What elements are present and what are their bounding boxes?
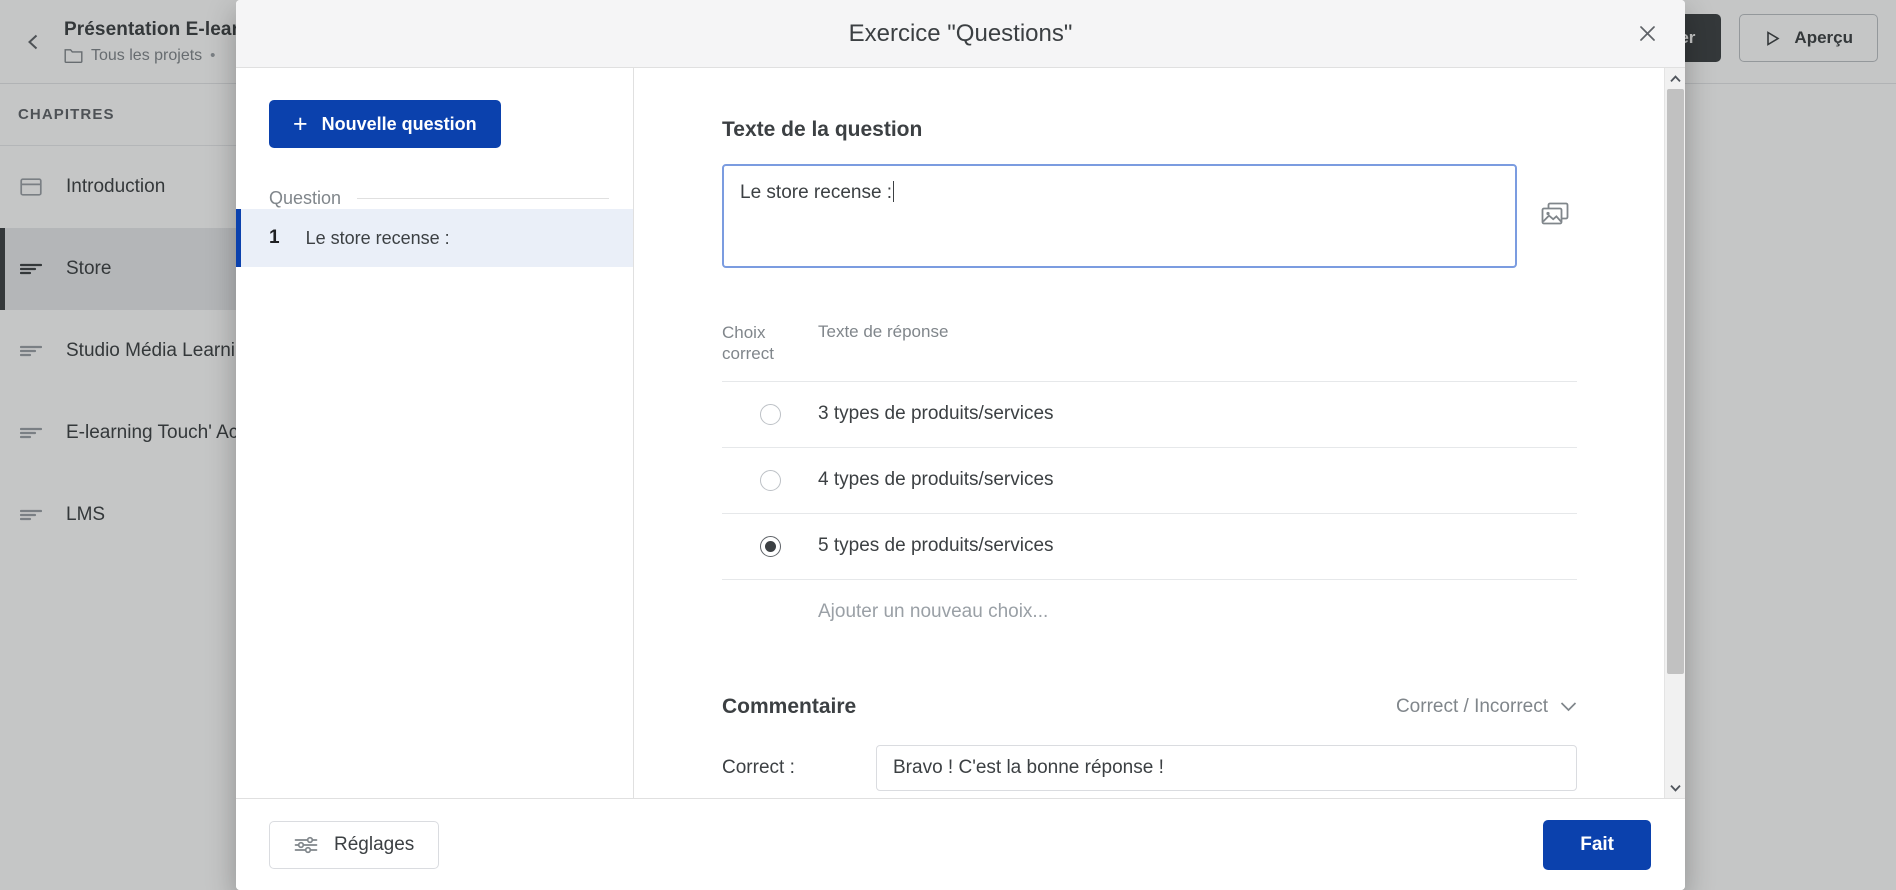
close-icon[interactable] [1627, 14, 1667, 54]
column-header-answer-text: Texte de réponse [818, 322, 948, 342]
settings-button[interactable]: Réglages [269, 821, 439, 869]
done-button[interactable]: Fait [1543, 820, 1651, 870]
comment-correct-label: Correct : [722, 757, 840, 779]
comment-mode-value: Correct / Incorrect [1396, 696, 1548, 718]
dialog-title: Exercice "Questions" [849, 20, 1073, 48]
answer-text[interactable]: 3 types de produits/services [818, 403, 1054, 425]
question-text-label: Texte de la question [722, 118, 1575, 142]
add-choice-placeholder[interactable]: Ajouter un nouveau choix... [818, 601, 1048, 623]
radio-icon-selected[interactable] [760, 536, 781, 557]
correct-choice-cell[interactable] [722, 470, 818, 491]
editor-scrollbar[interactable] [1664, 68, 1685, 798]
table-row[interactable]: 3 types de produits/services [722, 381, 1577, 447]
dialog-header: Exercice "Questions" [236, 0, 1685, 68]
comment-mode-dropdown[interactable]: Correct / Incorrect [1396, 696, 1577, 718]
new-question-button[interactable]: + Nouvelle question [269, 100, 501, 148]
plus-icon: + [293, 112, 308, 137]
comment-section: Commentaire Correct / Incorrect [722, 695, 1577, 791]
scrollbar-thumb[interactable] [1667, 89, 1684, 674]
question-text-value: Le store recense : [740, 182, 892, 203]
comment-header: Commentaire Correct / Incorrect [722, 695, 1577, 719]
column-header-correct: Choix correct [722, 322, 818, 365]
divider [357, 198, 609, 199]
settings-button-label: Réglages [334, 834, 414, 856]
chevron-down-icon [1560, 701, 1577, 712]
table-row[interactable]: 4 types de produits/services [722, 447, 1577, 513]
comment-title: Commentaire [722, 695, 856, 719]
new-question-wrap: + Nouvelle question [236, 68, 633, 148]
scroll-up-icon[interactable] [1665, 68, 1686, 89]
column-header-correct-line1: Choix [722, 322, 818, 343]
question-title: Le store recense : [306, 228, 450, 249]
question-list-header: Question [269, 188, 609, 209]
answer-text[interactable]: 5 types de produits/services [818, 535, 1054, 557]
exercise-questions-dialog: Exercice "Questions" + Nouvelle question… [236, 0, 1685, 890]
question-number: 1 [269, 227, 280, 249]
new-question-label: Nouvelle question [322, 114, 477, 135]
comment-correct-input[interactable]: Bravo ! C'est la bonne réponse ! [876, 745, 1577, 791]
application-background: Présentation E-learn Tous les projets • … [0, 0, 1896, 890]
question-text-input[interactable]: Le store recense : [722, 164, 1517, 268]
comment-correct-value: Bravo ! C'est la bonne réponse ! [893, 757, 1164, 779]
table-row[interactable]: 5 types de produits/services [722, 513, 1577, 579]
dialog-footer: Réglages Fait [236, 798, 1685, 890]
question-list-pane: + Nouvelle question Question 1 Le store … [236, 68, 634, 798]
radio-icon[interactable] [760, 404, 781, 425]
scrollbar-track[interactable] [1665, 89, 1686, 777]
correct-choice-cell[interactable] [722, 404, 818, 425]
question-list-header-label: Question [269, 188, 341, 209]
answers-table: Choix correct Texte de réponse 3 types d… [722, 322, 1577, 645]
question-text-row: Le store recense : [722, 164, 1575, 268]
radio-icon[interactable] [760, 470, 781, 491]
answer-text[interactable]: 4 types de produits/services [818, 469, 1054, 491]
answers-table-header: Choix correct Texte de réponse [722, 322, 1577, 381]
correct-choice-cell[interactable] [722, 536, 818, 557]
scroll-down-icon[interactable] [1665, 777, 1686, 798]
dialog-body: + Nouvelle question Question 1 Le store … [236, 68, 1685, 798]
column-header-correct-line2: correct [722, 343, 818, 364]
question-editor-pane: Texte de la question Le store recense : [634, 68, 1685, 798]
image-icon[interactable] [1535, 194, 1575, 234]
list-item[interactable]: 1 Le store recense : [236, 209, 633, 267]
text-caret [893, 181, 894, 202]
comment-correct-row: Correct : Bravo ! C'est la bonne réponse… [722, 745, 1577, 791]
add-choice-row[interactable]: Ajouter un nouveau choix... [722, 579, 1577, 645]
sliders-icon [294, 835, 318, 855]
